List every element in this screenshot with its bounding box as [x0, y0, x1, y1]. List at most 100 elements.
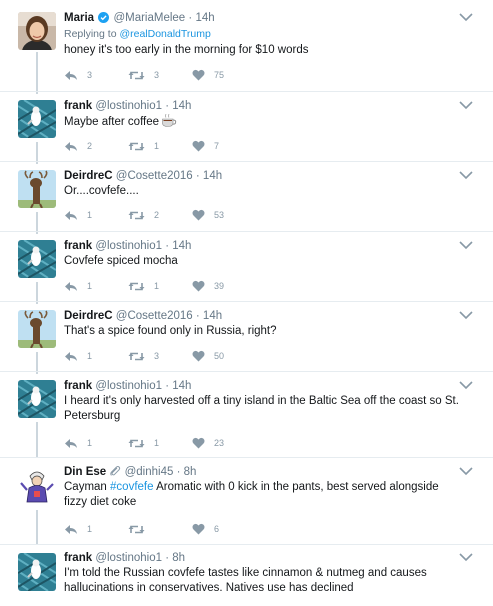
retweet-button[interactable]: 1: [128, 436, 159, 450]
retweet-button[interactable]: 3: [128, 349, 159, 363]
tweet-header: Maria @MariaMelee · 14h: [64, 11, 215, 27]
heart-icon: [192, 437, 205, 449]
tweet[interactable]: Maria @MariaMelee · 14h Replying to @rea…: [0, 0, 493, 92]
separator: ·: [195, 170, 200, 182]
tweet[interactable]: frank @lostinohio1 · 8h I'm told the Rus…: [0, 545, 493, 606]
like-button[interactable]: 50: [192, 349, 224, 363]
tweet-text: I'm told the Russian covfefe tastes like…: [64, 567, 427, 594]
chevron-down-icon[interactable]: [459, 12, 473, 22]
tweet-header: DeirdreC @Cosette2016 · 14h: [64, 309, 222, 323]
heart-icon: [192, 350, 205, 362]
display-name[interactable]: frank: [64, 552, 92, 564]
retweet-count: 1: [154, 438, 160, 448]
timestamp[interactable]: 14h: [172, 100, 191, 112]
username[interactable]: @Cosette2016: [116, 170, 193, 182]
chevron-down-icon[interactable]: [459, 170, 473, 180]
retweet-button[interactable]: 3: [128, 68, 159, 82]
tweet-header: frank @lostinohio1 · 14h: [64, 379, 191, 393]
like-button[interactable]: 53: [192, 208, 224, 222]
tweet[interactable]: DeirdreC @Cosette2016 · 14h Or....covfef…: [0, 162, 493, 232]
tweet-header: frank @lostinohio1 · 14h: [64, 239, 191, 253]
like-button[interactable]: 23: [192, 436, 224, 450]
retweet-button[interactable]: 2: [128, 208, 159, 222]
tweet[interactable]: frank @lostinohio1 · 14h Maybe after cof…: [0, 92, 493, 162]
like-count: 53: [214, 210, 225, 220]
like-button[interactable]: 7: [192, 139, 219, 153]
reply-button[interactable]: 2: [64, 139, 92, 153]
username[interactable]: @lostinohio1: [95, 380, 162, 392]
timestamp[interactable]: 14h: [172, 380, 191, 392]
avatar[interactable]: [18, 240, 56, 278]
reply-icon: [65, 351, 77, 361]
display-name[interactable]: frank: [64, 380, 92, 392]
retweet-icon: [128, 142, 145, 150]
paperclip-icon: [109, 465, 121, 481]
reply-button[interactable]: 1: [64, 349, 92, 363]
heart-icon: [192, 209, 205, 221]
avatar[interactable]: [18, 12, 56, 50]
like-button[interactable]: 6: [192, 522, 219, 536]
display-name[interactable]: DeirdreC: [64, 310, 113, 322]
tweet[interactable]: Din Ese @dinhi45 · 8h Cayman #covfefe Ar…: [0, 458, 493, 545]
avatar[interactable]: [18, 100, 56, 138]
tweet[interactable]: frank @lostinohio1 · 14h I heard it's on…: [0, 372, 493, 458]
retweet-icon: [128, 282, 145, 290]
retweet-button[interactable]: [128, 522, 154, 536]
reply-button[interactable]: 1: [64, 208, 92, 222]
username[interactable]: @dinhi45: [125, 466, 174, 478]
like-count: 6: [214, 524, 220, 534]
avatar[interactable]: [18, 380, 56, 418]
reply-button[interactable]: 1: [64, 279, 92, 293]
retweet-count: 3: [154, 351, 160, 361]
timestamp[interactable]: 14h: [195, 12, 214, 24]
chevron-down-icon[interactable]: [459, 310, 473, 320]
username[interactable]: @lostinohio1: [95, 240, 162, 252]
tweet-text-before: Cayman: [64, 481, 111, 493]
avatar[interactable]: [18, 310, 56, 348]
chevron-down-icon[interactable]: [459, 100, 473, 110]
timestamp[interactable]: 14h: [203, 170, 222, 182]
timestamp[interactable]: 8h: [172, 552, 185, 564]
retweet-button[interactable]: 1: [128, 139, 159, 153]
replying-to-label: Replying to: [64, 28, 117, 40]
reply-icon: [65, 438, 77, 448]
reply-button[interactable]: 3: [64, 68, 92, 82]
display-name[interactable]: Din Ese: [64, 466, 106, 478]
display-name[interactable]: DeirdreC: [64, 170, 113, 182]
like-button[interactable]: 39: [192, 279, 224, 293]
tweet[interactable]: frank @lostinohio1 · 14h Covfefe spiced …: [0, 232, 493, 302]
avatar[interactable]: [18, 170, 56, 208]
conversation-thread: Maria @MariaMelee · 14h Replying to @rea…: [0, 0, 493, 606]
tweet-header: frank @lostinohio1 · 14h: [64, 99, 191, 113]
display-name[interactable]: frank: [64, 100, 92, 112]
chevron-down-icon[interactable]: [459, 552, 473, 562]
chevron-down-icon[interactable]: [459, 380, 473, 390]
timestamp[interactable]: 8h: [184, 466, 197, 478]
display-name[interactable]: Maria: [64, 12, 94, 24]
chevron-down-icon[interactable]: [459, 466, 473, 476]
display-name[interactable]: frank: [64, 240, 92, 252]
avatar[interactable]: [18, 466, 56, 504]
replying-to-link[interactable]: @realDonaldTrump: [119, 28, 210, 40]
chevron-down-icon[interactable]: [459, 240, 473, 250]
timestamp[interactable]: 14h: [172, 240, 191, 252]
hashtag-link[interactable]: #covfefe: [110, 481, 153, 493]
reply-icon: [65, 141, 77, 151]
like-button[interactable]: 75: [192, 68, 224, 82]
avatar[interactable]: [18, 553, 56, 591]
timestamp[interactable]: 14h: [203, 310, 222, 322]
reply-count: 1: [87, 281, 93, 291]
reply-count: 1: [87, 210, 93, 220]
username[interactable]: @lostinohio1: [95, 552, 162, 564]
retweet-button[interactable]: 1: [128, 279, 159, 293]
username[interactable]: @lostinohio1: [95, 100, 162, 112]
separator: ·: [165, 100, 170, 112]
username[interactable]: @Cosette2016: [116, 310, 193, 322]
username[interactable]: @MariaMelee: [113, 12, 185, 24]
like-count: 75: [214, 70, 225, 80]
tweet-actions: 3 3 75: [64, 68, 264, 82]
tweet[interactable]: DeirdreC @Cosette2016 · 14h That's a spi…: [0, 302, 493, 372]
reply-button[interactable]: 1: [64, 436, 92, 450]
reply-button[interactable]: 1: [64, 522, 92, 536]
separator: ·: [188, 12, 193, 24]
